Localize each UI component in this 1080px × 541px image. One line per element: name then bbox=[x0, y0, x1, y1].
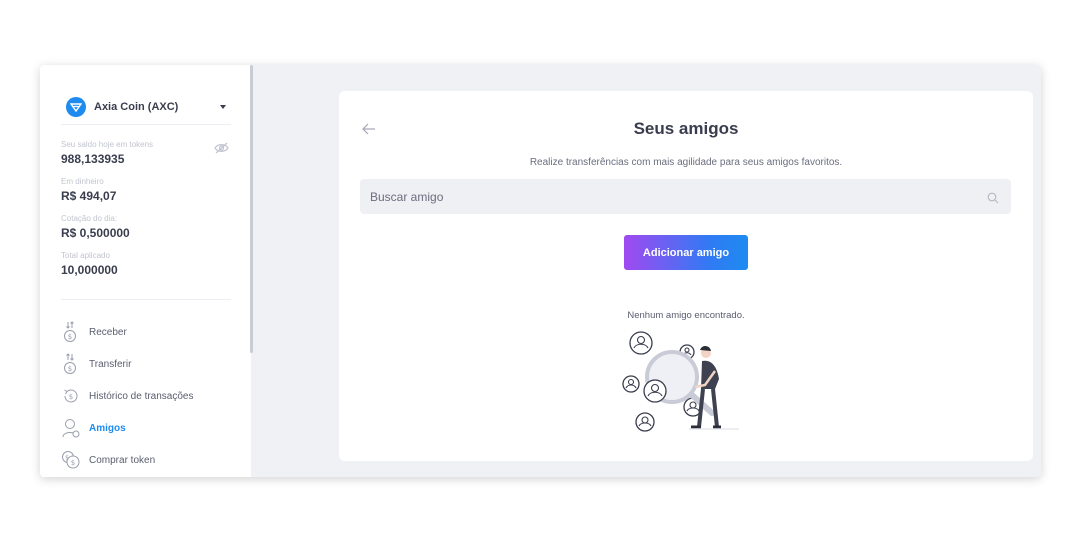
stat-value: 10,000000 bbox=[61, 263, 118, 277]
friends-icon bbox=[61, 417, 81, 439]
empty-search-illustration bbox=[622, 331, 739, 432]
svg-text:$: $ bbox=[68, 365, 72, 373]
stat-balance-tokens: Seu saldo hoje em tokens 988,133935 bbox=[61, 140, 153, 167]
stat-value: 988,133935 bbox=[61, 152, 125, 166]
stat-cash: Em dinheiro R$ 494,07 bbox=[61, 177, 116, 204]
stat-value: R$ 0,500000 bbox=[61, 226, 130, 240]
sidebar-item-historico[interactable]: $ Histórico de transações bbox=[61, 385, 231, 407]
add-friend-button[interactable]: Adicionar amigo bbox=[624, 235, 748, 270]
receive-icon: $ bbox=[61, 321, 81, 343]
stat-label: Total aplicado bbox=[61, 251, 110, 260]
search-bar bbox=[360, 178, 1011, 215]
history-icon: $ bbox=[61, 385, 81, 407]
stat-value: R$ 494,07 bbox=[61, 189, 117, 203]
stat-label: Cotação do dia: bbox=[61, 214, 118, 223]
page-title: Seus amigos bbox=[633, 119, 739, 138]
eye-slash-icon[interactable] bbox=[214, 141, 229, 154]
nav-label: Comprar token bbox=[89, 454, 156, 466]
stat-quote: Cotação do dia: R$ 0,500000 bbox=[61, 214, 130, 241]
coin-logo-icon bbox=[66, 97, 86, 117]
sidebar: Axia Coin (AXC) Seu saldo hoje em tokens… bbox=[40, 65, 251, 477]
svg-text:$: $ bbox=[65, 455, 69, 462]
sidebar-item-amigos[interactable]: Amigos bbox=[61, 417, 231, 439]
page-subtitle: Realize transferências com mais agilidad… bbox=[529, 157, 843, 168]
stat-label: Em dinheiro bbox=[61, 177, 104, 186]
nav-label: Transferir bbox=[89, 358, 132, 370]
friends-card: Seus amigos Realize transferências com m… bbox=[339, 91, 1033, 461]
nav-label: Histórico de transações bbox=[89, 390, 194, 402]
stat-label: Seu saldo hoje em tokens bbox=[61, 140, 154, 149]
stat-invested: Total aplicado 10,000000 bbox=[61, 251, 118, 278]
sidebar-item-receber[interactable]: $ Receber bbox=[61, 321, 231, 343]
divider bbox=[61, 299, 231, 300]
sidebar-item-comprar-token[interactable]: $ $ Comprar token bbox=[61, 449, 231, 471]
svg-text:$: $ bbox=[69, 393, 73, 401]
coin-name: Axia Coin (AXC) bbox=[94, 101, 179, 113]
transfer-icon: $ bbox=[61, 353, 81, 375]
coins-icon: $ $ bbox=[61, 449, 81, 471]
coin-selector[interactable]: Axia Coin (AXC) bbox=[66, 95, 230, 119]
search-icon[interactable] bbox=[987, 191, 999, 203]
app-window: Axia Coin (AXC) Seu saldo hoje em tokens… bbox=[40, 65, 1041, 477]
nav-label: Receber bbox=[89, 326, 127, 338]
sidebar-scrollbar[interactable] bbox=[250, 65, 253, 353]
svg-text:$: $ bbox=[68, 333, 72, 341]
divider bbox=[61, 124, 231, 125]
empty-state-message: Nenhum amigo encontrado. bbox=[627, 310, 745, 321]
nav-label: Amigos bbox=[89, 422, 126, 434]
search-input[interactable] bbox=[360, 178, 987, 215]
chevron-down-icon bbox=[220, 105, 226, 109]
sidebar-item-transferir[interactable]: $ Transferir bbox=[61, 353, 231, 375]
svg-text:$: $ bbox=[71, 459, 75, 467]
